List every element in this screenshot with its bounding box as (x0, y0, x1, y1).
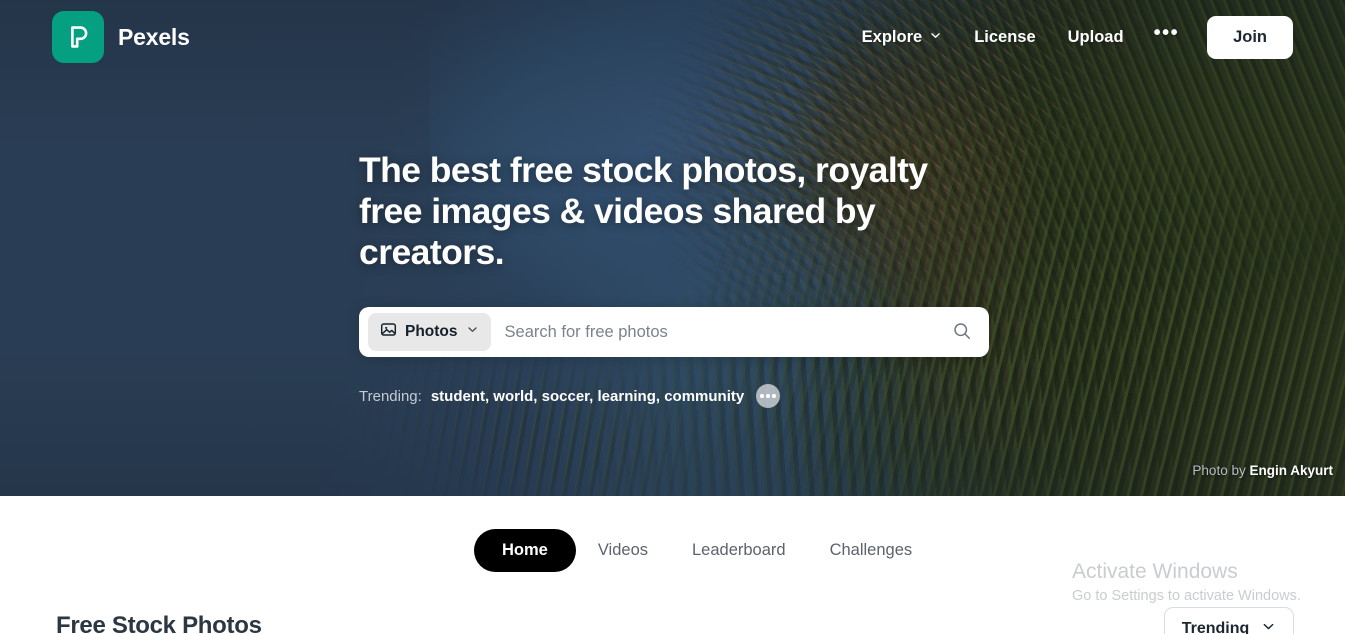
chevron-down-icon (1261, 619, 1276, 634)
nav-item-explore-label: Explore (861, 27, 923, 46)
chevron-down-icon (929, 28, 942, 47)
trending-label: Trending: (359, 387, 422, 405)
nav-item-license[interactable]: License (958, 18, 1051, 57)
search-icon (952, 321, 972, 344)
trending-tags[interactable]: student, world, soccer, learning, commun… (431, 388, 744, 405)
hero-content: The best free stock photos, royalty free… (359, 150, 1059, 408)
pexels-homepage: Photo by Engin Akyurt The best free stoc… (0, 0, 1345, 634)
chevron-down-icon (466, 323, 479, 341)
trending-row: Trending: student, world, soccer, learni… (359, 384, 1059, 408)
pexels-p-logo-icon (52, 11, 104, 63)
tab-home[interactable]: Home (474, 529, 576, 572)
search-type-dropdown[interactable]: Photos (368, 313, 491, 351)
nav-item-upload-label: Upload (1067, 27, 1124, 46)
photo-credit-prefix: Photo by (1192, 463, 1246, 478)
ellipsis-icon[interactable]: ••• (1140, 21, 1194, 53)
page-title: The best free stock photos, royalty free… (359, 150, 928, 272)
tab-leaderboard[interactable]: Leaderboard (670, 529, 808, 572)
hero-banner: Photo by Engin Akyurt The best free stoc… (0, 0, 1345, 496)
nav-item-license-label: License (974, 27, 1036, 46)
nav-links: Explore License Upload ••• Join (846, 15, 1293, 59)
sort-dropdown[interactable]: Trending (1164, 607, 1294, 634)
search-submit-button[interactable] (943, 313, 981, 351)
brand-name: Pexels (118, 23, 190, 50)
search-input[interactable] (490, 322, 943, 342)
tab-videos[interactable]: Videos (576, 529, 670, 572)
top-navigation-bar: Pexels Explore License Upload ••• Join (0, 0, 1345, 74)
content-tabs: Home Videos Leaderboard Challenges (474, 529, 934, 572)
section-title: Free Stock Photos (56, 612, 262, 634)
sort-dropdown-label: Trending (1181, 620, 1250, 634)
search-bar: Photos (359, 307, 989, 357)
ellipsis-circle-icon[interactable] (756, 384, 781, 408)
photo-credit[interactable]: Photo by Engin Akyurt (1192, 463, 1333, 478)
image-icon (380, 321, 397, 343)
tab-challenges[interactable]: Challenges (808, 529, 935, 572)
nav-item-upload[interactable]: Upload (1052, 18, 1140, 57)
join-button[interactable]: Join (1207, 15, 1293, 59)
photo-credit-author[interactable]: Engin Akyurt (1249, 463, 1333, 478)
search-type-label: Photos (405, 323, 458, 340)
brand-logo-link[interactable]: Pexels (52, 11, 190, 63)
nav-item-explore[interactable]: Explore (846, 18, 959, 57)
content-section: Home Videos Leaderboard Challenges Free … (0, 496, 1345, 634)
